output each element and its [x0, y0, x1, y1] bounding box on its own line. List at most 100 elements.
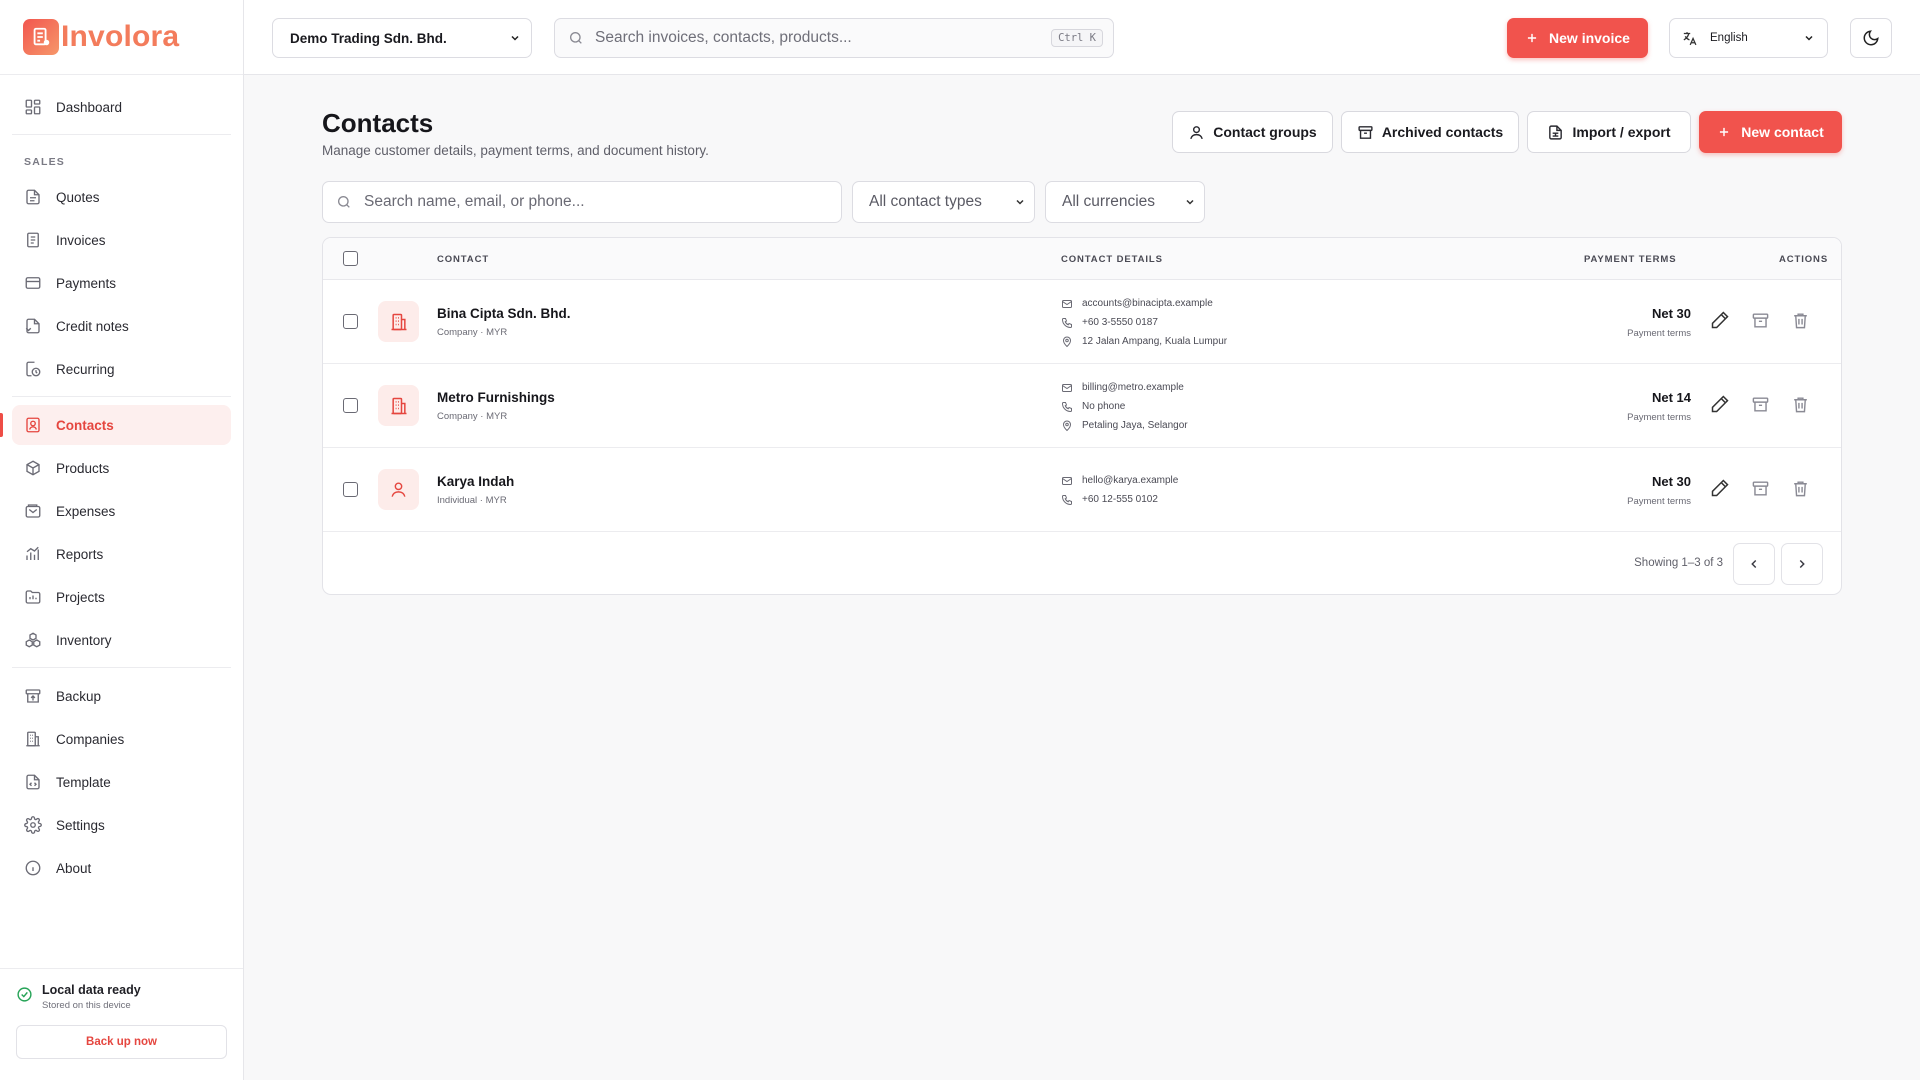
table-row[interactable]: Metro Furnishings Company · MYR billing@…	[323, 364, 1841, 448]
sidebar-item-payments[interactable]: Payments	[12, 263, 231, 303]
contact-name[interactable]: Metro Furnishings	[437, 390, 555, 405]
sidebar-item-credit-notes[interactable]: Credit notes	[12, 306, 231, 346]
sidebar-nav: Dashboard SALES Quotes Invoices Payments…	[0, 75, 243, 888]
contact-email: accounts@binacipta.example	[1061, 294, 1227, 313]
currency-select[interactable]: All currencies	[1045, 181, 1205, 223]
contact-name[interactable]: Bina Cipta Sdn. Bhd.	[437, 306, 571, 321]
new-invoice-label: New invoice	[1549, 30, 1630, 46]
moon-icon	[1863, 30, 1879, 46]
trash-icon	[1793, 312, 1807, 328]
map-pin-icon	[1062, 420, 1072, 431]
building-icon	[391, 313, 406, 330]
new-invoice-button[interactable]: New invoice	[1507, 18, 1648, 58]
column-header-payment-terms: PAYMENT TERMS	[1584, 254, 1677, 265]
package-icon	[26, 460, 40, 476]
sidebar-item-label: Products	[56, 460, 110, 476]
edit-button[interactable]	[1709, 393, 1731, 415]
row-checkbox[interactable]	[343, 398, 358, 413]
logo[interactable]: Involora	[0, 0, 243, 75]
spreadsheet-icon	[1549, 124, 1563, 140]
company-select[interactable]: Demo Trading Sdn. Bhd.	[272, 18, 532, 58]
language-label: English	[1710, 32, 1748, 44]
archive-icon	[1752, 480, 1768, 496]
delete-button[interactable]	[1789, 477, 1811, 499]
shortcut-hint: Ctrl K	[1051, 29, 1103, 47]
contact-phone: +60 12-555 0102	[1061, 490, 1178, 509]
table-row[interactable]: Karya Indah Individual · MYR hello@karya…	[323, 448, 1841, 532]
local-data-status: Local data ready Stored on this device	[16, 983, 227, 1011]
sidebar-item-settings[interactable]: Settings	[12, 805, 231, 845]
payment-terms-value: Net 30	[1651, 474, 1691, 489]
credit-card-icon	[25, 277, 41, 289]
map-pin-icon	[1062, 336, 1072, 347]
sidebar-item-backup[interactable]: Backup	[12, 676, 231, 716]
chart-icon	[26, 546, 39, 560]
archived-contacts-button[interactable]: Archived contacts	[1341, 111, 1519, 153]
edit-button[interactable]	[1709, 309, 1731, 331]
sidebar-item-about[interactable]: About	[12, 848, 231, 888]
phone-text: No phone	[1082, 401, 1126, 412]
chevron-down-icon	[1805, 35, 1813, 41]
global-search-input[interactable]	[595, 29, 1052, 47]
contact-email: hello@karya.example	[1061, 471, 1178, 490]
sidebar-item-invoices[interactable]: Invoices	[12, 220, 231, 260]
sidebar-item-dashboard[interactable]: Dashboard	[12, 87, 231, 127]
sidebar-item-label: Settings	[56, 817, 105, 833]
sidebar-item-label: Reports	[56, 546, 104, 562]
contact-type-select[interactable]: All contact types	[852, 181, 1035, 223]
sidebar-item-reports[interactable]: Reports	[12, 534, 231, 574]
archive-button[interactable]	[1749, 393, 1771, 415]
contact-name[interactable]: Karya Indah	[437, 474, 514, 489]
contact-groups-label: Contact groups	[1213, 124, 1317, 140]
sidebar-item-projects[interactable]: Projects	[12, 577, 231, 617]
payment-terms-value: Net 30	[1651, 306, 1691, 321]
row-checkbox[interactable]	[343, 314, 358, 329]
plus-icon	[1527, 33, 1537, 43]
archive-button[interactable]	[1749, 477, 1771, 499]
import-export-button[interactable]: Import / export	[1527, 111, 1691, 153]
chevron-down-icon	[1016, 199, 1024, 205]
archive-icon	[1752, 396, 1768, 412]
sidebar-item-label: About	[56, 860, 92, 876]
sidebar-item-products[interactable]: Products	[12, 448, 231, 488]
delete-button[interactable]	[1789, 309, 1811, 331]
company-name: Demo Trading Sdn. Bhd.	[290, 30, 447, 46]
archive-icon	[1752, 312, 1768, 328]
payment-terms: Net 30 Payment terms	[1627, 474, 1691, 507]
language-select[interactable]: English	[1669, 18, 1828, 58]
back-up-now-button[interactable]: Back up now	[16, 1025, 227, 1059]
sidebar-item-quotes[interactable]: Quotes	[12, 177, 231, 217]
sidebar-item-expenses[interactable]: Expenses	[12, 491, 231, 531]
row-checkbox[interactable]	[343, 482, 358, 497]
check-circle-icon	[17, 987, 32, 1002]
next-page-button[interactable]	[1781, 543, 1823, 585]
mail-icon	[1062, 476, 1072, 485]
edit-button[interactable]	[1709, 477, 1731, 499]
table-row[interactable]: Bina Cipta Sdn. Bhd. Company · MYR accou…	[323, 280, 1841, 364]
previous-page-button[interactable]	[1733, 543, 1775, 585]
contact-address: 12 Jalan Ampang, Kuala Lumpur	[1061, 332, 1227, 351]
contact-search-input[interactable]	[364, 193, 841, 211]
select-all-checkbox[interactable]	[343, 251, 358, 266]
sidebar-item-contacts[interactable]: Contacts	[0, 405, 231, 445]
status-title: Local data ready	[42, 983, 141, 997]
sidebar-section-sales: SALES	[24, 156, 66, 168]
new-contact-label: New contact	[1741, 124, 1824, 140]
divider	[12, 667, 231, 668]
contact-details: hello@karya.example +60 12-555 0102	[1061, 471, 1178, 509]
sidebar-item-recurring[interactable]: Recurring	[12, 349, 231, 389]
new-contact-button[interactable]: New contact	[1699, 111, 1842, 153]
sidebar-item-companies[interactable]: Companies	[12, 719, 231, 759]
quote-icon	[26, 189, 40, 205]
sidebar-item-template[interactable]: Template	[12, 762, 231, 802]
status-subtitle: Stored on this device	[42, 1000, 131, 1011]
company-avatar	[378, 385, 419, 426]
theme-toggle-button[interactable]	[1850, 18, 1892, 58]
archive-button[interactable]	[1749, 309, 1771, 331]
delete-button[interactable]	[1789, 393, 1811, 415]
building-icon	[391, 397, 406, 414]
contact-phone: No phone	[1061, 397, 1188, 416]
contact-groups-button[interactable]: Contact groups	[1172, 111, 1333, 153]
sidebar-item-inventory[interactable]: Inventory	[12, 620, 231, 660]
sidebar-item-label: Quotes	[56, 189, 100, 205]
